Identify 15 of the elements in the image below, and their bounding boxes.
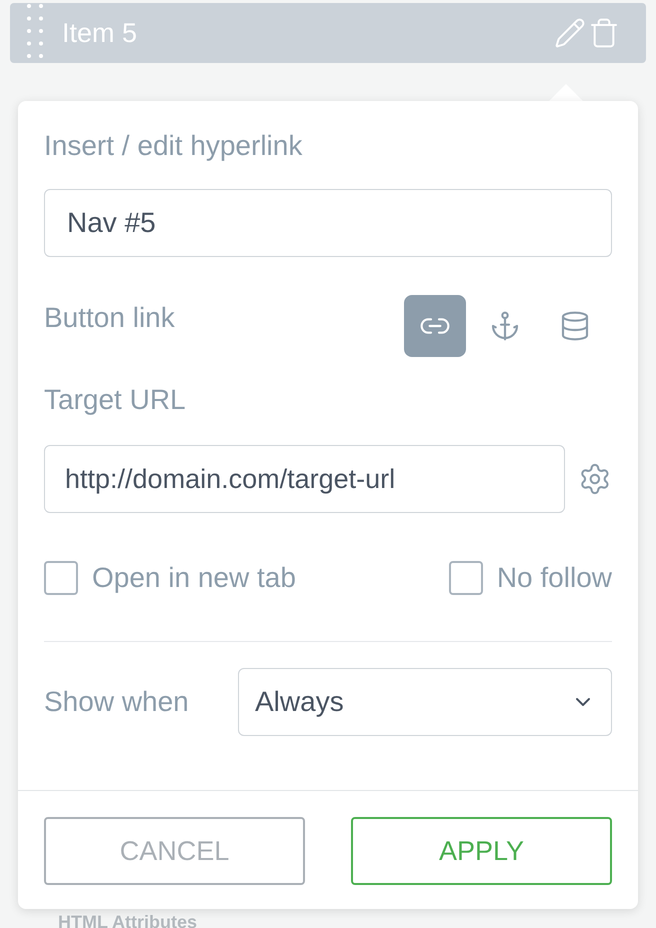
- checkbox[interactable]: [448, 561, 483, 595]
- checkbox-label: No follow: [496, 561, 612, 595]
- text-field[interactable]: Nav #5: [44, 189, 612, 257]
- section-title: HTML Attributes: [58, 911, 198, 928]
- button-link-label: Button link: [44, 301, 175, 335]
- checkbox[interactable]: [44, 561, 78, 595]
- checkbox-label: Open in new tab: [92, 561, 296, 595]
- url-field[interactable]: http://domain.com/target-url: [44, 445, 566, 513]
- delete-icon[interactable]: [588, 17, 620, 49]
- edit-icon[interactable]: [554, 17, 586, 49]
- target-url-label: Target URL: [44, 383, 187, 417]
- show-when-select[interactable]: Always: [238, 668, 612, 736]
- popup-title: Insert / edit hyperlink: [44, 129, 304, 163]
- link-icon[interactable]: [404, 295, 466, 357]
- show-when-label: Show when: [44, 685, 189, 719]
